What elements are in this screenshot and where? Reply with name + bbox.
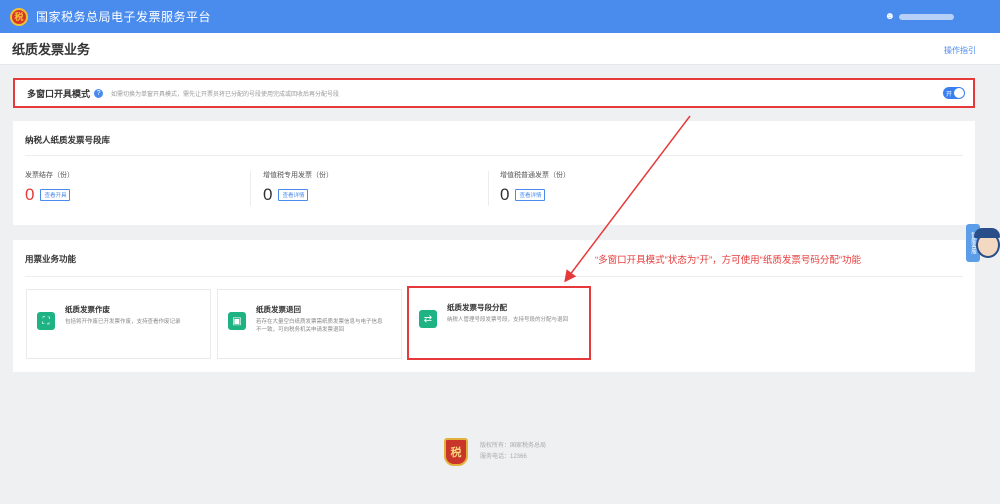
tax-emblem-icon: 税 xyxy=(10,7,28,26)
footer: 税 版权所有：国家税务总局 服务电话：12366 xyxy=(444,438,546,466)
stat-value: 0 xyxy=(263,185,273,204)
tile-title: 纸质发票作废 xyxy=(65,305,110,314)
void-icon: ⛶ xyxy=(37,312,55,330)
divider xyxy=(25,276,963,277)
stat-value: 0 xyxy=(500,185,510,204)
view-issue-button[interactable]: 查看开具 xyxy=(40,188,71,201)
app-title: 国家税务总局电子发票服务平台 xyxy=(36,10,212,24)
toggle-on-text: 开 xyxy=(946,91,953,98)
view-details-button[interactable]: 查看详情 xyxy=(278,188,309,201)
tile-description: 纳税人管理号段发票号段，支持号段的分配与退回 xyxy=(447,317,569,323)
operation-guide-link[interactable]: 操作指引 xyxy=(944,45,976,56)
tile-description: 包括将开作废已开发票作废，支持查看作废记录 xyxy=(65,319,181,325)
invoice-functions-title: 用票业务功能 xyxy=(25,254,77,264)
tile-description: 若存在大量空白纸质发票需纸质发票信息与电子信息不一致，可向税务机关申请发票退回 xyxy=(256,319,383,334)
stat-label: 发票结存（份） xyxy=(25,172,74,179)
invoice-stock-panel: 纳税人纸质发票号段库 发票结存（份） 0 查看开具 增值税专用发票（份） 0 查… xyxy=(13,121,975,225)
top-header: 税 国家税务总局电子发票服务平台 ☻ xyxy=(0,0,1000,33)
multi-window-mode-row: 多窗口开具模式 ? 如需切换为单窗开具模式，需先让开票员将已分配的号段使用完成或… xyxy=(13,78,975,108)
page-header: 纸质发票业务 操作指引 xyxy=(0,33,1000,65)
user-name-masked xyxy=(899,13,954,20)
invoice-stock-title: 纳税人纸质发票号段库 xyxy=(25,135,111,145)
invoice-functions-panel: 用票业务功能 “多窗口开具模式”状态为“开”，方可使用“纸质发票号码分配”功能 … xyxy=(13,240,975,372)
assistant-cap-icon xyxy=(974,228,1000,238)
footer-copyright: 版权所有：国家税务总局 xyxy=(480,442,547,449)
stat-label: 增值税专用发票（份） xyxy=(263,172,333,179)
user-menu[interactable]: ☻ xyxy=(884,11,954,22)
stat-special-vat-invoice: 增值税专用发票（份） 0 查看详情 xyxy=(263,170,493,203)
tile-paper-invoice-number-allocation[interactable]: ⇄ 纸质发票号段分配 纳税人管理号段发票号段，支持号段的分配与退回 xyxy=(407,286,591,360)
tile-paper-invoice-return[interactable]: ▣ 纸质发票退回 若存在大量空白纸质发票需纸质发票信息与电子信息不一致，可向税务… xyxy=(217,289,402,359)
tile-title: 纸质发票号段分配 xyxy=(447,303,507,312)
tile-paper-invoice-void[interactable]: ⛶ 纸质发票作废 包括将开作废已开发票作废，支持查看作废记录 xyxy=(26,289,211,359)
multi-window-mode-toggle[interactable]: 开 xyxy=(943,87,965,99)
multi-window-mode-label: 多窗口开具模式 xyxy=(27,88,91,99)
footer-phone: 服务电话：12366 xyxy=(480,454,527,460)
annotation-note: “多窗口开具模式”状态为“开”，方可使用“纸质发票号码分配”功能 xyxy=(595,255,861,266)
tile-title: 纸质发票退回 xyxy=(256,305,301,314)
assistant-widget[interactable]: 智能客服 xyxy=(966,224,1000,264)
help-icon[interactable]: ? xyxy=(94,88,104,98)
user-icon: ☻ xyxy=(884,11,895,22)
tax-emblem-icon: 税 xyxy=(444,438,468,466)
stat-ordinary-vat-invoice: 增值税普通发票（份） 0 查看详情 xyxy=(500,170,730,203)
divider xyxy=(250,171,251,206)
stat-invoice-balance: 发票结存（份） 0 查看开具 xyxy=(25,170,255,203)
view-details-button[interactable]: 查看详情 xyxy=(515,188,546,201)
stat-label: 增值税普通发票（份） xyxy=(500,172,570,179)
page-title: 纸质发票业务 xyxy=(12,42,91,57)
multi-window-mode-description: 如需切换为单窗开具模式，需先让开票员将已分配的号段使用完成或回收后再分配号段 xyxy=(111,91,340,98)
exchange-icon: ⇄ xyxy=(419,310,437,328)
toggle-knob xyxy=(954,88,964,98)
divider xyxy=(488,171,489,206)
divider xyxy=(25,155,963,156)
return-icon: ▣ xyxy=(228,312,246,330)
stat-value: 0 xyxy=(25,185,35,204)
